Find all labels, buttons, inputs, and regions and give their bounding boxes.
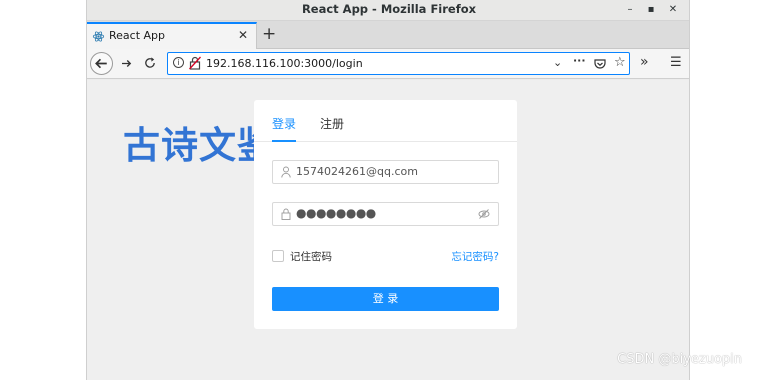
watermark: CSDN @biyezuopin — [617, 352, 742, 367]
browser-window: React App - Mozilla Firefox – ▪ ✕ React … — [86, 0, 690, 380]
arrow-left-icon — [95, 58, 107, 69]
lock-icon — [281, 208, 291, 220]
user-icon — [281, 166, 291, 178]
remember-checkbox[interactable] — [272, 250, 284, 262]
url-text: 192.168.116.100:3000/login — [206, 57, 363, 70]
info-icon[interactable]: i — [173, 57, 184, 68]
password-value: ●●●●●●●● — [296, 206, 376, 220]
close-tab-icon[interactable]: ✕ — [238, 28, 248, 42]
navigation-bar: i 192.168.116.100:3000/login ⌄ ··· ☆ » ☰ — [87, 49, 689, 79]
password-field[interactable]: ●●●●●●●● — [272, 202, 499, 226]
site-title: 古诗文鉴 — [123, 124, 275, 167]
close-window-button[interactable]: ✕ — [662, 1, 684, 19]
login-button[interactable]: 登 录 — [272, 287, 499, 311]
chevron-down-icon[interactable]: ⌄ — [553, 56, 562, 69]
eye-invisible-icon[interactable] — [478, 208, 490, 220]
more-actions-icon[interactable]: ··· — [573, 54, 586, 67]
forgot-password-link[interactable]: 忘记密码? — [451, 249, 499, 264]
minimize-button[interactable]: – — [619, 1, 641, 19]
url-bar[interactable]: i 192.168.116.100:3000/login ⌄ ··· ☆ — [167, 52, 630, 75]
back-button[interactable] — [90, 52, 113, 75]
bookmark-star-icon[interactable]: ☆ — [614, 55, 626, 70]
active-tab-indicator — [272, 140, 296, 142]
username-value: 1574024261@qq.com — [296, 165, 418, 178]
login-card: 登录 注册 1574024261@qq.com ●●●●●●●● 记住密码 忘记… — [254, 100, 517, 329]
hamburger-menu-icon[interactable]: ☰ — [670, 55, 682, 70]
title-bar: React App - Mozilla Firefox – ▪ ✕ — [87, 0, 689, 21]
window-title: React App - Mozilla Firefox — [301, 2, 477, 16]
pocket-icon[interactable] — [594, 58, 606, 70]
insecure-lock-icon[interactable] — [189, 56, 201, 70]
tab-login[interactable]: 登录 — [272, 115, 296, 132]
reload-button[interactable] — [143, 56, 157, 70]
desktop-background — [0, 0, 86, 380]
react-icon — [92, 31, 105, 42]
new-tab-button[interactable]: + — [262, 24, 276, 44]
maximize-button[interactable]: ▪ — [640, 1, 662, 19]
remember-label: 记住密码 — [290, 251, 332, 263]
forward-button[interactable] — [119, 56, 134, 71]
tab-register[interactable]: 注册 — [320, 115, 344, 132]
tab-react-app[interactable]: React App ✕ — [87, 22, 257, 49]
page-content: 古诗文鉴 登录 注册 1574024261@qq.com ●●●●●●●● 记住… — [87, 80, 689, 380]
username-field[interactable]: 1574024261@qq.com — [272, 160, 499, 184]
tab-label: React App — [109, 29, 166, 42]
tab-bar: React App ✕ + — [87, 21, 689, 49]
overflow-menu-icon[interactable]: » — [640, 54, 649, 70]
auth-tabs: 登录 注册 — [254, 100, 517, 142]
